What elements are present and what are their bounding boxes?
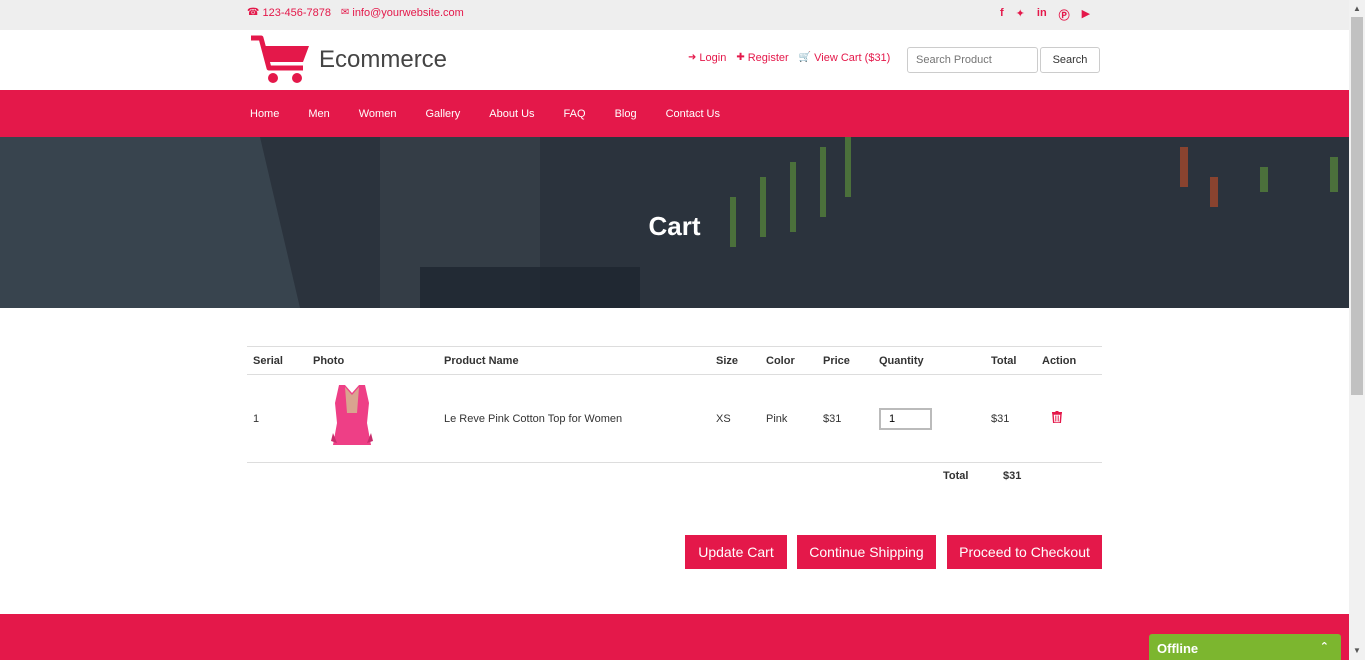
nav-item-men[interactable]: Men — [308, 108, 329, 120]
login-label: Login — [699, 52, 727, 64]
table-header-row: Serial Photo Product Name Size Color Pri… — [247, 346, 1102, 375]
youtube-icon[interactable]: ▶ — [1082, 7, 1090, 23]
cart-table: Serial Photo Product Name Size Color Pri… — [247, 346, 1102, 463]
nav-item-home[interactable]: Home — [250, 108, 279, 120]
continue-shipping-button[interactable]: Continue Shipping — [797, 535, 936, 569]
column-header-quantity: Quantity — [873, 346, 985, 375]
email-text: info@yourwebsite.com — [352, 7, 464, 19]
linkedin-icon[interactable]: in — [1037, 7, 1047, 23]
cell-product-name[interactable]: Le Reve Pink Cotton Top for Women — [438, 374, 710, 463]
cell-color: Pink — [760, 374, 817, 463]
pinterest-icon[interactable]: Ⓟ — [1059, 7, 1070, 23]
phone-contact[interactable]: ☎ 123-456-7878 — [247, 7, 331, 19]
column-header-color: Color — [760, 346, 817, 375]
nav-item-contact-us[interactable]: Contact Us — [666, 108, 720, 120]
column-header-size: Size — [710, 346, 760, 375]
social-links: f ✦ in Ⓟ ▶ — [1000, 7, 1090, 23]
logo-text: Ecommerce — [319, 46, 448, 73]
cell-serial: 1 — [247, 374, 307, 463]
cell-total: $31 — [985, 374, 1036, 463]
envelope-icon: ✉ — [340, 7, 350, 18]
nav-item-about-us[interactable]: About Us — [489, 108, 534, 120]
page-title: Cart — [648, 211, 701, 241]
column-header-photo: Photo — [307, 346, 438, 375]
nav-item-women[interactable]: Women — [359, 108, 397, 120]
total-divider — [873, 462, 972, 463]
main-nav: Home Men Women Gallery About Us FAQ Blog… — [0, 90, 1349, 137]
nav-item-gallery[interactable]: Gallery — [425, 108, 460, 120]
cart-logo-icon — [251, 35, 309, 83]
trash-icon[interactable] — [1052, 411, 1062, 424]
column-header-action: Action — [1036, 346, 1102, 375]
table-row: 1 Le Reve Pink Cotton Top for Women XS P… — [247, 374, 1102, 463]
logo[interactable]: Ecommerce — [249, 34, 447, 86]
scroll-up-icon[interactable]: ▲ — [1353, 4, 1361, 13]
scroll-down-icon[interactable]: ▼ — [1353, 646, 1361, 655]
page-banner: Cart — [0, 137, 1349, 308]
login-link[interactable]: ➜ Login — [688, 52, 726, 64]
sign-in-icon: ➜ — [688, 52, 697, 63]
quantity-input[interactable] — [879, 407, 932, 430]
contact-info: ☎ 123-456-7878 ✉ info@yourwebsite.com — [247, 7, 464, 19]
search-input[interactable] — [907, 47, 1038, 73]
cell-action — [1036, 374, 1102, 463]
chevron-up-icon[interactable]: ⌃ — [1320, 640, 1329, 653]
column-header-total: Total — [985, 346, 1036, 375]
chat-widget[interactable]: Offline ⌃ — [1149, 634, 1341, 660]
search-button[interactable]: Search — [1040, 47, 1100, 73]
facebook-icon[interactable]: f — [1000, 7, 1004, 23]
cell-quantity — [873, 374, 985, 463]
shopping-cart-icon: 🛒 — [798, 52, 812, 63]
user-plus-icon: ✚ — [736, 52, 745, 63]
view-cart-label: View Cart ($31) — [814, 52, 891, 64]
top-bar: ☎ 123-456-7878 ✉ info@yourwebsite.com f … — [0, 0, 1349, 30]
cell-price: $31 — [817, 374, 873, 463]
footer — [0, 614, 1349, 660]
grand-total-label: Total — [943, 470, 969, 482]
site-header: Ecommerce ➜ Login ✚ Register 🛒 View Cart… — [0, 30, 1349, 90]
register-label: Register — [747, 52, 789, 64]
proceed-to-checkout-button[interactable]: Proceed to Checkout — [947, 535, 1102, 569]
column-header-product-name: Product Name — [438, 346, 710, 375]
cell-photo — [307, 374, 438, 463]
register-link[interactable]: ✚ Register — [736, 52, 788, 64]
column-header-serial: Serial — [247, 346, 307, 375]
phone-text: 123-456-7878 — [262, 7, 331, 19]
phone-icon: ☎ — [247, 7, 260, 18]
grand-total-value: $31 — [1003, 470, 1022, 482]
cell-size: XS — [710, 374, 760, 463]
nav-item-blog[interactable]: Blog — [615, 108, 637, 120]
scrollbar-thumb[interactable] — [1351, 17, 1363, 395]
view-cart-link[interactable]: 🛒 View Cart ($31) — [799, 52, 891, 64]
update-cart-button[interactable]: Update Cart — [685, 535, 787, 569]
chat-status: Offline — [1157, 641, 1199, 656]
nav-item-faq[interactable]: FAQ — [564, 108, 586, 120]
scrollbar[interactable]: ▲ ▼ — [1349, 0, 1365, 660]
email-contact[interactable]: ✉ info@yourwebsite.com — [341, 7, 464, 19]
column-header-price: Price — [817, 346, 873, 375]
product-image[interactable] — [327, 383, 377, 451]
header-links: ➜ Login ✚ Register 🛒 View Cart ($31) — [688, 52, 890, 64]
twitter-icon[interactable]: ✦ — [1016, 7, 1025, 23]
